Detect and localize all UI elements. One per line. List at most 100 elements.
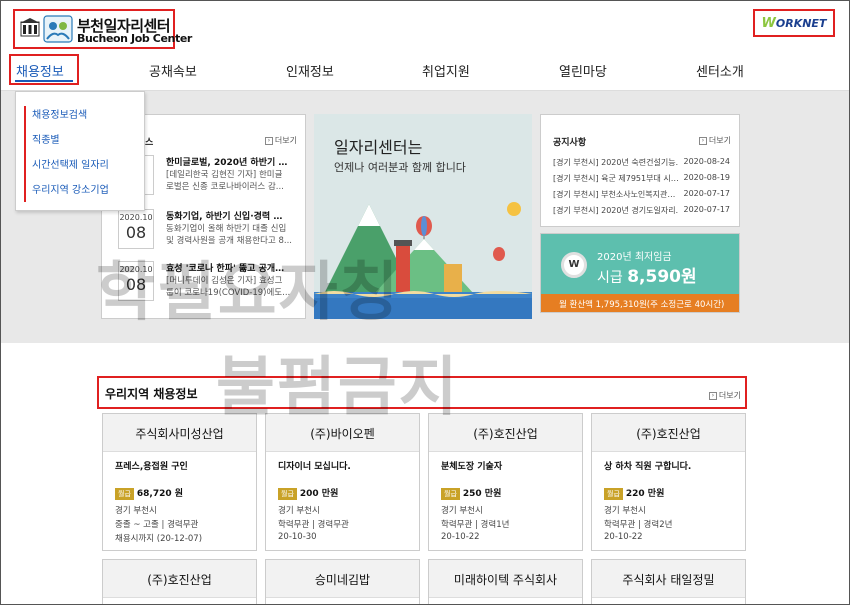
news-date-day: 08 — [125, 223, 147, 242]
dropdown-item-part-time[interactable]: 시간선택제 일자리 — [32, 156, 109, 171]
job-card[interactable]: (주)호진산업 분체도장 기술자 월급 250 만원 경기 부천시 학력무관 | … — [428, 413, 583, 551]
local-jobs-more-link[interactable]: › 더보기 — [708, 390, 741, 401]
notice-row-date: 2020-07-17 — [683, 205, 731, 214]
nav-item-employment-support[interactable]: 취업지원 — [422, 61, 470, 80]
nav-item-public-hiring[interactable]: 공채속보 — [149, 61, 197, 80]
news-title[interactable]: 한미글로벌, 2020년 하반기 … — [166, 155, 287, 168]
job-location: 경기 부천시 — [115, 506, 157, 516]
job-location: 경기 부천시 — [604, 506, 646, 516]
notice-row-date: 2020-08-19 — [683, 173, 731, 182]
job-card-header: (주)바이오펜 — [266, 414, 419, 452]
news-snippet-line: [데일리한국 김현진 기자] 한미글 — [166, 170, 283, 180]
news-snippet-line: 룹이 코로나19(COVID-19)에도... — [166, 288, 291, 298]
job-card[interactable]: 승미네김밥 — [265, 559, 420, 604]
pay-badge: 월급 — [278, 488, 297, 500]
job-company: (주)호진산업 — [147, 573, 212, 587]
pay-badge: 월급 — [441, 488, 460, 500]
notice-row-date: 2020-08-24 — [683, 157, 731, 166]
wage-amount-line: 시급 8,590원 — [597, 262, 697, 287]
job-title: 프레스,용접원 구인 — [115, 462, 188, 472]
job-pay: 월급 200 만원 — [278, 486, 338, 500]
dropdown-item-local-small-giant[interactable]: 우리지역 강소기업 — [32, 181, 109, 196]
nav-item-open-forum[interactable]: 열린마당 — [559, 61, 607, 80]
job-deadline: 20-10-22 — [604, 532, 643, 542]
job-pay: 월급 220 만원 — [604, 486, 664, 500]
job-card-header: 주식회사 태일정밀 — [592, 560, 745, 598]
local-jobs-title: 우리지역 채용정보 — [105, 387, 198, 401]
job-card-header: 미래하이텍 주식회사 — [429, 560, 582, 598]
job-card-header: 승미네김밥 — [266, 560, 419, 598]
coin-icon: W — [561, 252, 587, 278]
local-jobs-header: 우리지역 채용정보 › 더보기 — [97, 376, 747, 409]
job-card[interactable]: (주)바이오펜 디자이너 모십니다. 월급 200 만원 경기 부천시 학력무관 … — [265, 413, 420, 551]
nav-item-job-info[interactable]: 채용정보 — [16, 61, 64, 80]
notice-row[interactable]: [경기 부천시] 부천소사노인복지관… 2020-07-17 — [553, 189, 733, 200]
job-company: 주식회사 태일정밀 — [622, 573, 715, 587]
minimum-wage-banner[interactable]: W 2020년 최저임금 시급 8,590원 월 환산액 1,795,310원(… — [540, 233, 740, 313]
job-pay-amount: 220 만원 — [625, 489, 665, 499]
notice-more-label: 더보기 — [708, 136, 731, 145]
news-date-day: 08 — [125, 275, 147, 294]
job-location: 경기 부천시 — [441, 506, 483, 516]
job-requirements: 학력무관 | 경력2년 — [604, 520, 673, 530]
news-snippet: [머니투데이 김성은 기자] 효성그 룹이 코로나19(COVID-19)에도.… — [166, 275, 300, 299]
main-banner[interactable]: 일자리센터는 언제나 여러분과 함께 합니다 — [314, 114, 532, 319]
dropdown-item-job-search[interactable]: 채용정보검색 — [32, 106, 87, 121]
notice-row[interactable]: [경기 부천시] 2020년 경기도일자리… 2020-07-17 — [553, 205, 733, 216]
notice-row[interactable]: [경기 부천시] 2020년 숙련건설기능… 2020-08-24 — [553, 157, 733, 168]
local-jobs-more-label: 더보기 — [718, 391, 741, 400]
dropdown-item-by-occupation[interactable]: 직종별 — [32, 131, 60, 146]
banner-line-2: 언제나 여러분과 함께 합니다 — [334, 161, 466, 174]
job-company: (주)바이오펜 — [310, 427, 375, 441]
notice-row-date: 2020-07-17 — [683, 189, 731, 198]
job-card[interactable]: (주)호진산업 상 하차 직원 구합니다. 월급 220 만원 경기 부천시 학력… — [591, 413, 746, 551]
news-panel-title: 스 — [145, 138, 154, 148]
news-more-link[interactable]: › 더보기 — [264, 135, 297, 146]
job-company: (주)호진산업 — [636, 427, 701, 441]
job-pay-amount: 68,720 원 — [136, 489, 184, 499]
news-item[interactable]: 2020.10 08 효성 '코로나 한파' 뚫고 공개… [머니투데이 김성은… — [116, 261, 306, 307]
job-info-dropdown: 채용정보검색 직종별 시간선택제 일자리 우리지역 강소기업 — [15, 91, 145, 211]
job-card[interactable]: 주식회사미성산업 프레스,용접원 구인 월급 68,720 원 경기 부천시 중졸… — [102, 413, 257, 551]
worknet-text: ORKNET — [775, 16, 827, 30]
news-date-ym: 2020.10 — [119, 265, 153, 274]
nav-item-talent-info[interactable]: 인재정보 — [286, 61, 334, 80]
worknet-w: W — [761, 15, 776, 31]
news-snippet-line: 로벌은 신종 코로나바이러스 감... — [166, 182, 284, 192]
logo-subtitle: Bucheon Job Center — [77, 32, 192, 45]
main-nav: 채용정보 공채속보 인재정보 취업지원 열린마당 센터소개 — [1, 49, 849, 91]
news-item[interactable]: 2020.10 08 동화기업, 하반기 신입·경력 … 동화기업이 올해 하반… — [116, 209, 306, 255]
news-title[interactable]: 효성 '코로나 한파' 뚫고 공개… — [166, 261, 284, 274]
news-title[interactable]: 동화기업, 하반기 신입·경력 … — [166, 209, 282, 222]
job-card[interactable]: 미래하이텍 주식회사 — [428, 559, 583, 604]
notice-row[interactable]: [경기 부천시] 육군 제7951부대 시… 2020-08-19 — [553, 173, 733, 184]
job-title: 상 하차 직원 구합니다. — [604, 462, 692, 472]
job-company: (주)호진산업 — [473, 427, 538, 441]
job-card[interactable]: (주)호진산업 — [102, 559, 257, 604]
banner-line-1: 일자리센터는 — [334, 138, 423, 157]
job-pay-amount: 200 만원 — [299, 489, 339, 499]
job-pay: 월급 250 만원 — [441, 486, 501, 500]
pay-badge: 월급 — [115, 488, 134, 500]
job-company: 승미네김밥 — [314, 573, 371, 587]
news-date: 2020.10 08 — [118, 261, 154, 301]
nav-item-center-intro[interactable]: 센터소개 — [696, 61, 744, 80]
job-pay: 월급 68,720 원 — [115, 486, 183, 500]
job-card-header: 주식회사미성산업 — [103, 414, 256, 452]
island-illustration-icon — [314, 202, 532, 319]
news-date-ym: 2020.10 — [119, 213, 153, 222]
job-card[interactable]: 주식회사 태일정밀 — [591, 559, 746, 604]
job-card-header: (주)호진산업 — [429, 414, 582, 452]
notice-row-title: [경기 부천시] 부천소사노인복지관… — [553, 190, 676, 199]
site-logo[interactable]: 부천일자리센터 Bucheon Job Center — [13, 9, 192, 49]
page-frame: 부천일자리센터 Bucheon Job Center WORKNET 채용정보 … — [0, 0, 850, 605]
news-snippet-line: 동화기업이 올해 하반기 대졸 신입 — [166, 224, 287, 234]
news-snippet-line: 및 경력사원을 공개 채용한다고 8... — [166, 236, 292, 246]
worknet-link[interactable]: WORKNET — [753, 9, 835, 37]
job-title: 분체도장 기술자 — [441, 462, 503, 472]
job-company: 주식회사미성산업 — [135, 427, 224, 441]
notice-more-link[interactable]: › 더보기 — [698, 135, 731, 146]
job-deadline: 20-10-30 — [278, 532, 317, 542]
pay-badge: 월급 — [604, 488, 623, 500]
job-card-header: (주)호진산업 — [103, 560, 256, 598]
